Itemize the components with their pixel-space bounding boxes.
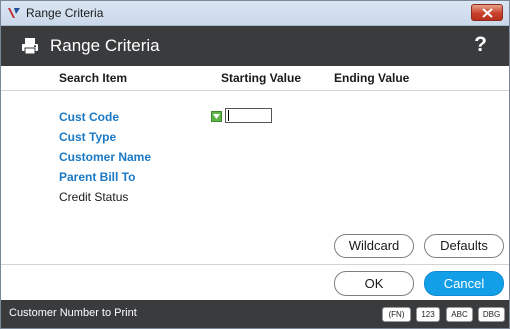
close-icon <box>482 8 493 18</box>
help-icon[interactable]: ? <box>474 33 487 57</box>
buttons-divider <box>1 264 509 265</box>
status-message: Customer Number to Print <box>9 307 137 319</box>
window-title: Range Criteria <box>26 6 104 20</box>
fn-indicator[interactable]: (FN) <box>382 307 411 322</box>
range-criteria-window: Range Criteria Range Criteria ? Search I… <box>0 0 510 329</box>
close-button[interactable] <box>471 4 503 21</box>
search-item-parent-bill-to[interactable]: Parent Bill To <box>59 170 135 184</box>
app-logo-icon <box>7 6 21 20</box>
search-item-customer-name[interactable]: Customer Name <box>59 150 151 164</box>
debug-indicator[interactable]: DBG <box>478 307 505 322</box>
printer-icon <box>20 36 40 56</box>
search-item-credit-status[interactable]: Credit Status <box>59 190 128 204</box>
header-divider <box>1 90 509 91</box>
wildcard-button[interactable]: Wildcard <box>334 234 414 258</box>
cancel-button[interactable]: Cancel <box>424 271 504 296</box>
dropdown-arrow-icon[interactable] <box>211 111 222 122</box>
text-caret <box>228 110 229 121</box>
column-search-item: Search Item <box>59 71 128 85</box>
status-bar: Customer Number to Print (FN) 123 ABC DB… <box>1 300 509 328</box>
column-ending-value: Ending Value <box>334 71 410 85</box>
search-item-cust-code[interactable]: Cust Code <box>59 110 119 124</box>
alpha-mode-indicator[interactable]: ABC <box>446 307 473 322</box>
numeric-mode-indicator[interactable]: 123 <box>416 307 440 322</box>
search-item-cust-type[interactable]: Cust Type <box>59 130 116 144</box>
ok-button[interactable]: OK <box>334 271 414 296</box>
defaults-button[interactable]: Defaults <box>424 234 504 258</box>
dialog-header: Range Criteria ? <box>1 26 509 66</box>
column-starting-value: Starting Value <box>221 71 302 85</box>
title-bar[interactable]: Range Criteria <box>1 1 509 26</box>
cust-code-starting-value-input[interactable] <box>225 108 272 123</box>
dialog-title: Range Criteria <box>50 36 160 55</box>
